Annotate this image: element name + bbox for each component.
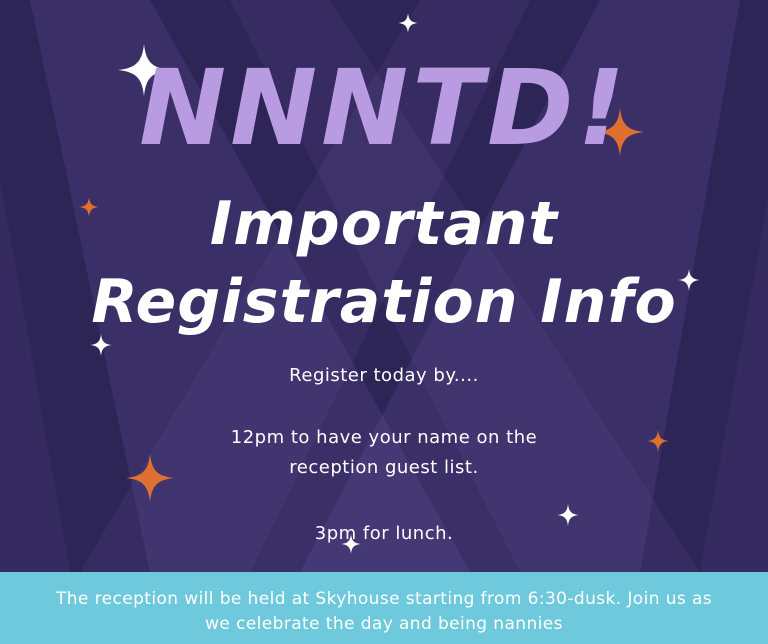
- event-poster: NNNTD! Important Registration Info Regis…: [0, 0, 768, 644]
- headline-registration-info: Registration Info: [91, 267, 677, 337]
- deadline-lunch-text: 3pm for lunch.: [314, 523, 454, 544]
- reception-info-line1: The reception will be held at Skyhouse s…: [55, 589, 713, 609]
- reception-info-line2: we celebrate the day and being nannies: [205, 614, 563, 634]
- deadline-guest-list-text: 12pm to have your name on the: [230, 427, 538, 448]
- four-point-star-white-icon: [398, 13, 418, 33]
- deadline-guest-list-text-cont: reception guest list.: [289, 457, 479, 478]
- event-acronym-title: NNNTD!: [139, 47, 629, 169]
- register-today-text: Register today by....: [289, 365, 479, 386]
- headline-important: Important: [209, 189, 559, 259]
